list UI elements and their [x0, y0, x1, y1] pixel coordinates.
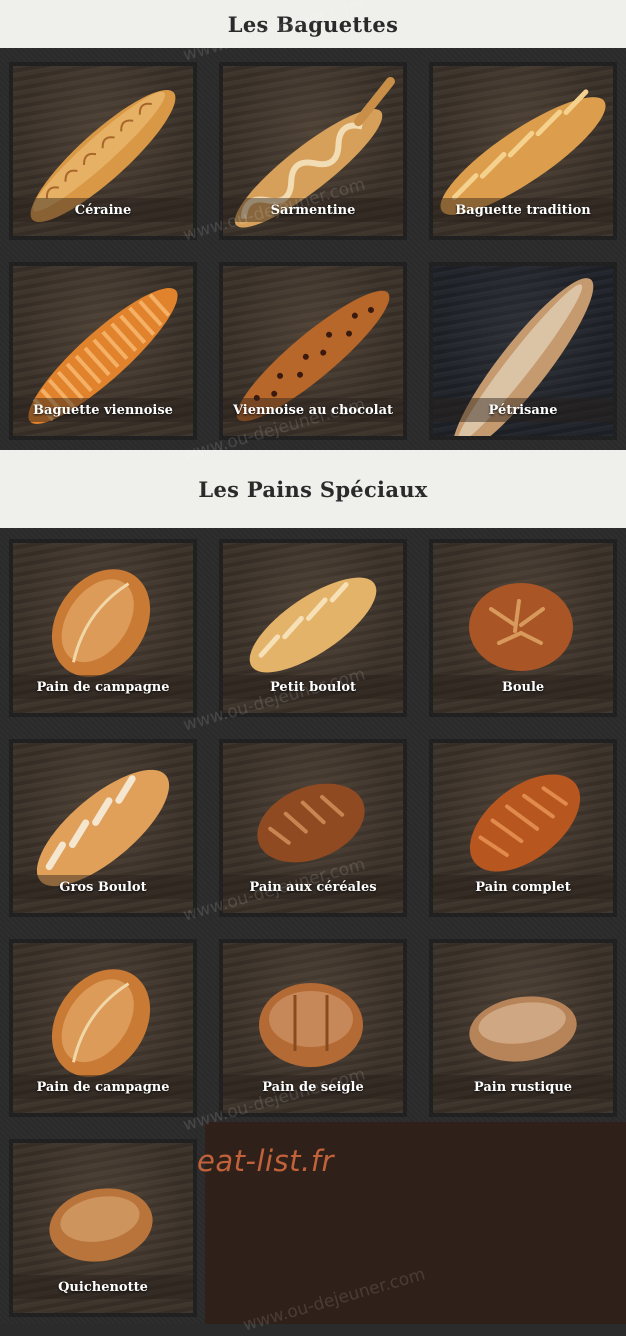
product-card-petit-boulot[interactable]: Petit boulot: [223, 543, 403, 713]
product-label: Pain de campagne: [13, 1075, 193, 1099]
section-title-pains-speciaux: Les Pains Spéciaux: [0, 450, 626, 528]
product-label: Boule: [433, 675, 613, 699]
baguettes-grid: Céraine Sarmentine Baguette tradition Ba…: [0, 48, 626, 450]
product-card-baguette-viennoise[interactable]: Baguette viennoise: [13, 266, 193, 436]
product-card-sarmentine[interactable]: Sarmentine: [223, 66, 403, 236]
section-title-baguettes: Les Baguettes: [0, 0, 626, 48]
product-card-pain-rustique[interactable]: Pain rustique: [433, 943, 613, 1113]
product-label: Pain de campagne: [13, 675, 193, 699]
product-label: Quichenotte: [13, 1275, 193, 1299]
product-card-quichenotte[interactable]: Quichenotte: [13, 1143, 193, 1313]
product-label: Pain rustique: [433, 1075, 613, 1099]
product-label: Pain aux céréales: [223, 875, 403, 899]
product-card-gros-boulot[interactable]: Gros Boulot: [13, 743, 193, 913]
product-label: Petit boulot: [223, 675, 403, 699]
brand-logo[interactable]: eat-list.fr: [197, 1144, 334, 1178]
product-card-pain-de-seigle[interactable]: Pain de seigle: [223, 943, 403, 1113]
product-label: Pain de seigle: [223, 1075, 403, 1099]
product-card-pain-aux-cereales[interactable]: Pain aux céréales: [223, 743, 403, 913]
product-card-pain-de-campagne[interactable]: Pain de campagne: [13, 543, 193, 713]
product-label: Céraine: [13, 198, 193, 222]
product-label: Baguette viennoise: [13, 398, 193, 422]
product-card-baguette-tradition[interactable]: Baguette tradition: [433, 66, 613, 236]
product-card-pain-de-campagne-2[interactable]: Pain de campagne: [13, 943, 193, 1113]
product-label: Pétrisane: [433, 398, 613, 422]
product-card-petrisane[interactable]: Pétrisane: [433, 266, 613, 436]
product-card-pain-complet[interactable]: Pain complet: [433, 743, 613, 913]
product-card-ceraine[interactable]: Céraine: [13, 66, 193, 236]
product-label: Pain complet: [433, 875, 613, 899]
product-card-boule[interactable]: Boule: [433, 543, 613, 713]
product-label: Viennoise au chocolat: [223, 398, 403, 422]
product-card-viennoise-chocolat[interactable]: Viennoise au chocolat: [223, 266, 403, 436]
product-label: Gros Boulot: [13, 875, 193, 899]
product-label: Sarmentine: [223, 198, 403, 222]
product-label: Baguette tradition: [433, 198, 613, 222]
